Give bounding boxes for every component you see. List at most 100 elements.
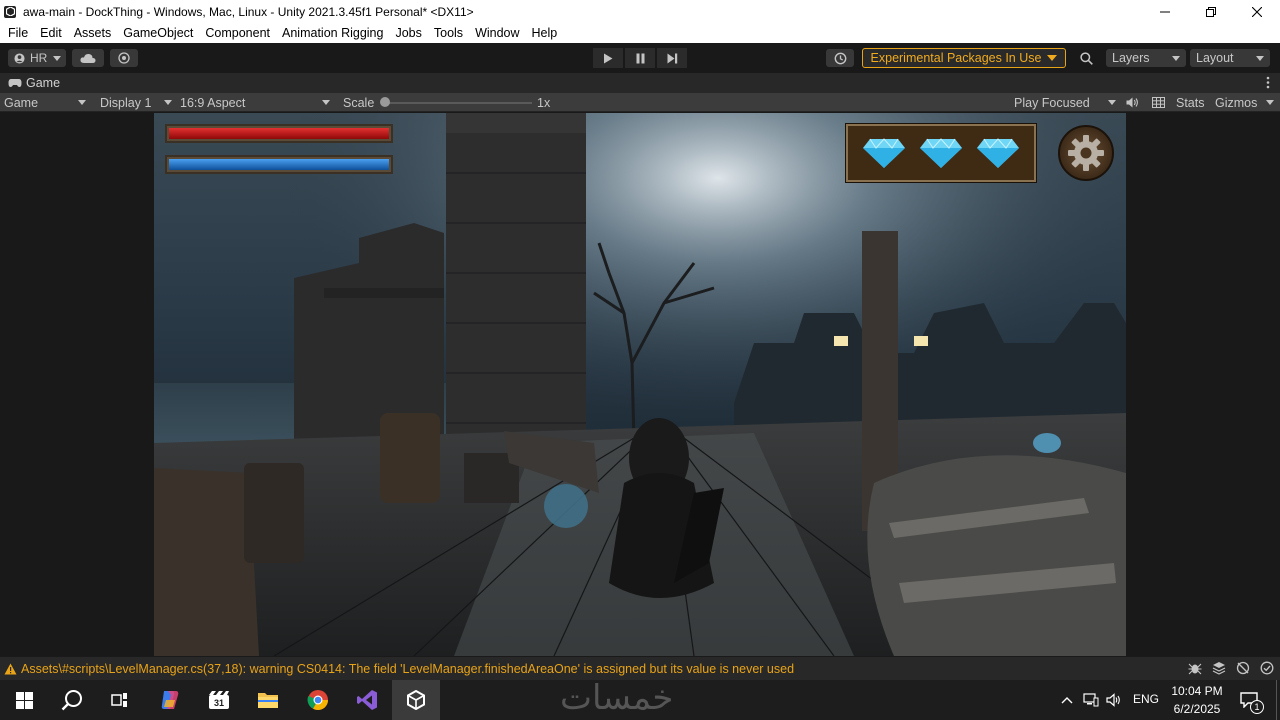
menu-animation-rigging[interactable]: Animation Rigging [276, 26, 389, 40]
chevron-down-icon [322, 100, 330, 105]
tab-menu-icon[interactable] [1266, 76, 1270, 92]
search-icon [1079, 51, 1093, 65]
gear-icon [1068, 135, 1104, 171]
menu-jobs[interactable]: Jobs [389, 26, 427, 40]
menu-window[interactable]: Window [469, 26, 525, 40]
layout-label: Layout [1196, 51, 1234, 65]
language-indicator[interactable]: ENG [1133, 692, 1159, 706]
collab-button[interactable] [110, 49, 138, 67]
mute-audio-button[interactable] [1126, 93, 1139, 112]
aspect-dropdown[interactable]: 16:9 Aspect [180, 93, 334, 112]
window-title: awa-main - DockThing - Windows, Mac, Lin… [23, 4, 474, 19]
layers-label: Layers [1112, 51, 1150, 65]
chevron-down-icon [1266, 100, 1274, 105]
notifications-button[interactable]: 1 [1232, 680, 1266, 720]
grid-icon [1152, 97, 1165, 108]
volume-button[interactable] [1103, 680, 1125, 720]
restore-button[interactable] [1188, 0, 1234, 23]
check-circle-icon[interactable] [1260, 661, 1274, 675]
chevron-down-icon [164, 100, 172, 105]
scale-slider-track[interactable] [385, 102, 532, 104]
pause-icon [636, 53, 644, 63]
gizmos-dropdown[interactable]: Gizmos [1215, 93, 1277, 112]
game-tab-label[interactable]: Game [26, 76, 60, 90]
menu-help[interactable]: Help [526, 26, 564, 40]
volume-icon [1106, 693, 1120, 707]
network-button[interactable] [1080, 680, 1102, 720]
main-toolbar: HR Experimental Packages In Use Layers L… [0, 43, 1280, 73]
console-status-bar[interactable]: Assets\#scripts\LevelManager.cs(37,18): … [0, 656, 1280, 680]
visual-studio-icon [357, 690, 377, 710]
unity-app-icon [4, 5, 16, 18]
show-hidden-icons-button[interactable] [1056, 680, 1078, 720]
taskbar-search-button[interactable] [48, 680, 96, 720]
game-tab-header: Game [0, 73, 1280, 93]
network-icon [1083, 693, 1099, 707]
scale-value: 1x [537, 95, 551, 110]
task-view-icon [111, 693, 127, 707]
file-explorer-app[interactable] [244, 680, 292, 720]
menu-component[interactable]: Component [199, 26, 276, 40]
visual-studio-app[interactable] [343, 680, 391, 720]
clipchamp-app[interactable]: 31 [195, 680, 243, 720]
experimental-packages-label: Experimental Packages In Use [870, 51, 1042, 65]
scale-label: Scale [343, 95, 375, 110]
grid-toggle-button[interactable] [1152, 93, 1165, 112]
display-dropdown[interactable]: Display 1 [100, 93, 174, 112]
account-icon [14, 52, 25, 64]
search-button[interactable] [1072, 49, 1100, 67]
task-view-button[interactable] [96, 680, 144, 720]
cloud-button[interactable] [72, 49, 104, 67]
chevron-down-icon [1047, 55, 1058, 61]
watermark-text: خمسات [560, 678, 674, 718]
stack-icon[interactable] [1212, 661, 1226, 675]
warning-icon [4, 663, 17, 674]
health-bar [165, 124, 393, 143]
play-button[interactable] [593, 48, 623, 68]
stats-button[interactable]: Stats [1176, 93, 1205, 112]
menu-assets[interactable]: Assets [68, 26, 118, 40]
copilot-app[interactable] [146, 680, 194, 720]
layout-dropdown[interactable]: Layout [1190, 49, 1270, 67]
pause-button[interactable] [625, 48, 655, 68]
history-button[interactable] [826, 49, 854, 67]
unity-icon [407, 690, 425, 710]
clock-time[interactable]: 10:04 PM [1171, 684, 1223, 698]
history-icon [834, 52, 846, 64]
copilot-icon [161, 691, 179, 709]
show-desktop-button[interactable] [1276, 680, 1280, 720]
game-view-controls: Game Display 1 16:9 Aspect Scale 1x Play… [0, 93, 1280, 112]
layers-dropdown[interactable]: Layers [1106, 49, 1186, 67]
speaker-icon [1126, 97, 1138, 108]
menu-edit[interactable]: Edit [34, 26, 68, 40]
game-viewport[interactable] [154, 113, 1126, 656]
play-mode-dropdown[interactable]: Play Focused [1014, 93, 1118, 112]
account-dropdown[interactable]: HR [8, 49, 66, 67]
menu-file[interactable]: File [2, 26, 34, 40]
step-button[interactable] [657, 48, 687, 68]
cloud-icon [80, 53, 96, 63]
diamond-icon [976, 138, 1019, 168]
mana-bar [165, 155, 393, 174]
auto-generate-lighting-icon[interactable] [1236, 661, 1250, 675]
health-bar-fill [169, 128, 389, 139]
experimental-packages-button[interactable]: Experimental Packages In Use [862, 48, 1066, 68]
unity-app[interactable] [392, 680, 440, 720]
console-warning-message[interactable]: Assets\#scripts\LevelManager.cs(37,18): … [21, 662, 794, 676]
windows-logo-icon [15, 691, 33, 709]
menu-gameobject[interactable]: GameObject [117, 26, 199, 40]
debug-bug-icon[interactable] [1188, 661, 1202, 675]
clock-date[interactable]: 6/2/2025 [1171, 702, 1223, 716]
account-label: HR [30, 51, 48, 65]
play-icon [604, 53, 613, 63]
settings-button[interactable] [1058, 125, 1114, 181]
view-mode-dropdown[interactable]: Game [4, 93, 90, 112]
minimize-button[interactable] [1142, 0, 1188, 23]
view-mode-label: Game [4, 95, 39, 110]
scale-slider-handle[interactable] [380, 97, 390, 107]
chevron-down-icon [53, 56, 61, 61]
chrome-app[interactable] [294, 680, 342, 720]
menu-tools[interactable]: Tools [428, 26, 469, 40]
close-button[interactable] [1234, 0, 1280, 23]
start-button[interactable] [0, 680, 48, 720]
